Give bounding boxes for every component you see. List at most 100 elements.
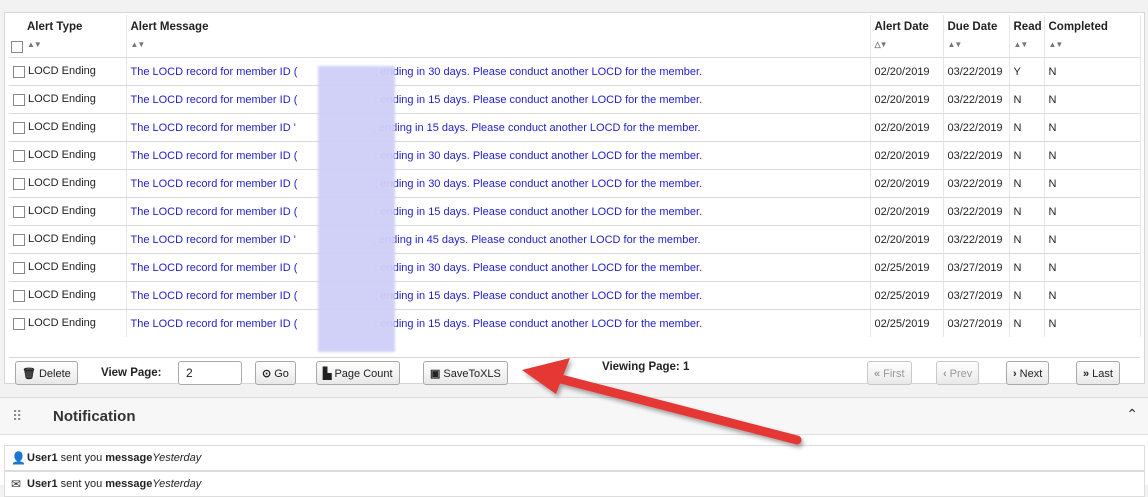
table-row[interactable]: LOCD Ending The LOCD record for member ID… <box>9 169 1141 198</box>
save-to-xls-button[interactable]: ▣ SaveToXLS <box>423 361 508 385</box>
due-date-cell: 03/22/2019 <box>943 85 1010 114</box>
row-checkbox[interactable] <box>13 121 25 134</box>
alert-message-link[interactable]: The LOCD record for member ID (; ending … <box>126 57 871 86</box>
due-date-cell: 03/27/2019 <box>943 281 1010 310</box>
due-date-cell: 03/27/2019 <box>943 309 1010 337</box>
row-checkbox[interactable] <box>13 317 25 330</box>
pager-toolbar: 🗑 Delete View Page: 2 ⊙ Go ▙ Page Count ▣ Sa… <box>9 357 1140 388</box>
view-page-input[interactable]: 2 <box>178 361 242 385</box>
alert-message-link[interactable]: The LOCD record for member ID (; ending … <box>126 253 871 282</box>
col-completed[interactable]: Completed ▲▼ <box>1044 15 1141 58</box>
read-cell: N <box>1009 281 1045 310</box>
table-row[interactable]: LOCD Ending The LOCD record for member ID… <box>9 197 1141 226</box>
due-date-cell: 03/22/2019 <box>943 169 1010 198</box>
sort-icon[interactable]: ▲▼ <box>131 40 866 49</box>
completed-cell: N <box>1044 113 1141 142</box>
row-checkbox[interactable] <box>13 289 25 302</box>
alert-date-cell: 02/20/2019 <box>870 113 944 142</box>
alert-date-cell: 02/20/2019 <box>870 85 944 114</box>
due-date-cell: 03/22/2019 <box>943 141 1010 170</box>
viewing-page-label: Viewing Page: 1 <box>602 361 690 373</box>
alert-type-cell: LOCD Ending <box>9 309 127 337</box>
alert-type-cell: LOCD Ending <box>9 57 127 86</box>
sort-icon[interactable]: ▲▼ <box>13 40 122 49</box>
alert-type-cell: LOCD Ending <box>9 253 127 282</box>
read-cell: N <box>1009 85 1045 114</box>
table-row[interactable]: LOCD Ending The LOCD record for member ID… <box>9 85 1141 114</box>
alert-type-cell: LOCD Ending <box>9 197 127 226</box>
alert-message-link[interactable]: The LOCD record for member ID (; ending … <box>126 141 871 170</box>
alert-message-link[interactable]: The LOCD record for member ID '; ending … <box>126 225 871 254</box>
prev-button[interactable]: ‹ Prev <box>936 361 980 385</box>
excel-icon: ▣ <box>430 368 441 380</box>
read-cell: N <box>1009 309 1045 337</box>
alert-message-link[interactable]: The LOCD record for member ID '; ending … <box>126 113 871 142</box>
completed-cell: N <box>1044 169 1141 198</box>
table-row[interactable]: LOCD Ending The LOCD record for member ID… <box>9 225 1141 254</box>
select-all-checkbox[interactable] <box>11 41 23 53</box>
table-row[interactable]: LOCD Ending The LOCD record for member ID… <box>9 281 1141 310</box>
notification-item[interactable]: ✉ User1 sent you messageYesterday <box>4 471 1145 497</box>
completed-cell: N <box>1044 281 1141 310</box>
table-row[interactable]: LOCD Ending The LOCD record for member ID… <box>9 141 1141 170</box>
row-checkbox[interactable] <box>13 149 25 162</box>
sort-icon[interactable]: ▲▼ <box>1014 40 1040 49</box>
double-chevron-right-icon: » <box>1083 368 1090 380</box>
sort-icon[interactable]: △▼ <box>875 40 939 49</box>
table-row[interactable]: LOCD Ending The LOCD record for member ID… <box>9 253 1141 282</box>
alert-type-cell: LOCD Ending <box>9 85 127 114</box>
trash-icon: 🗑 <box>22 368 36 380</box>
col-due-date[interactable]: Due Date ▲▼ <box>943 15 1010 58</box>
sort-icon[interactable]: ▲▼ <box>1049 40 1136 49</box>
col-alert-message[interactable]: Alert Message ▲▼ <box>126 15 871 58</box>
alert-message-link[interactable]: The LOCD record for member ID (; ending … <box>126 169 871 198</box>
row-checkbox[interactable] <box>13 177 25 190</box>
notification-item[interactable]: 👤 User1 sent you messageYesterday <box>4 445 1145 471</box>
double-chevron-left-icon: « <box>874 368 881 380</box>
due-date-cell: 03/27/2019 <box>943 253 1010 282</box>
page-count-button[interactable]: ▙ Page Count <box>316 361 400 385</box>
col-alert-date[interactable]: Alert Date △▼ <box>870 15 944 58</box>
col-alert-type[interactable]: Alert Type ▲▼ <box>9 15 127 58</box>
read-cell: N <box>1009 113 1045 142</box>
read-cell: N <box>1009 253 1045 282</box>
grid-icon: ⠿ <box>12 408 23 424</box>
chevron-left-icon: ‹ <box>943 368 947 380</box>
table-row[interactable]: LOCD Ending The LOCD record for member ID… <box>9 57 1141 86</box>
alert-message-link[interactable]: The LOCD record for member ID (; ending … <box>126 281 871 310</box>
completed-cell: N <box>1044 253 1141 282</box>
row-checkbox[interactable] <box>13 261 25 274</box>
alert-message-link[interactable]: The LOCD record for member ID (; ending … <box>126 197 871 226</box>
chevron-up-icon[interactable]: ⌃ <box>1126 406 1138 423</box>
alert-date-cell: 02/25/2019 <box>870 309 944 337</box>
alert-message-link[interactable]: The LOCD record for member ID (; ending … <box>126 309 871 337</box>
envelope-icon: ✉ <box>11 477 22 491</box>
table-row[interactable]: LOCD Ending The LOCD record for member ID… <box>9 309 1141 337</box>
read-cell: N <box>1009 225 1045 254</box>
completed-cell: N <box>1044 141 1141 170</box>
completed-cell: N <box>1044 309 1141 337</box>
view-page-label: View Page: <box>101 367 162 379</box>
notification-title: Notification <box>53 408 136 425</box>
table-row[interactable]: LOCD Ending The LOCD record for member ID… <box>9 113 1141 142</box>
row-checkbox[interactable] <box>13 233 25 246</box>
alert-type-cell: LOCD Ending <box>9 281 127 310</box>
last-button[interactable]: » Last <box>1076 361 1120 385</box>
next-button[interactable]: › Next <box>1006 361 1050 385</box>
alerts-table: Alert Type ▲▼ Alert Message ▲▼ Alert Date △… <box>9 15 1141 337</box>
notification-header[interactable]: ⠿ Notification ⌃ <box>0 397 1148 435</box>
alert-type-cell: LOCD Ending <box>9 225 127 254</box>
go-button[interactable]: ⊙ Go <box>255 361 296 385</box>
row-checkbox[interactable] <box>13 205 25 218</box>
completed-cell: N <box>1044 197 1141 226</box>
read-cell: N <box>1009 169 1045 198</box>
alert-message-link[interactable]: The LOCD record for member ID (; ending … <box>126 85 871 114</box>
delete-button[interactable]: 🗑 Delete <box>15 361 78 385</box>
notification-panel: ⠿ Notification ⌃ 👤 User1 sent you messag… <box>0 397 1148 497</box>
row-checkbox[interactable] <box>13 65 25 78</box>
completed-cell: N <box>1044 85 1141 114</box>
col-read[interactable]: Read ▲▼ <box>1009 15 1045 58</box>
sort-icon[interactable]: ▲▼ <box>948 40 1005 49</box>
first-button[interactable]: «First <box>867 361 912 385</box>
row-checkbox[interactable] <box>13 93 25 106</box>
